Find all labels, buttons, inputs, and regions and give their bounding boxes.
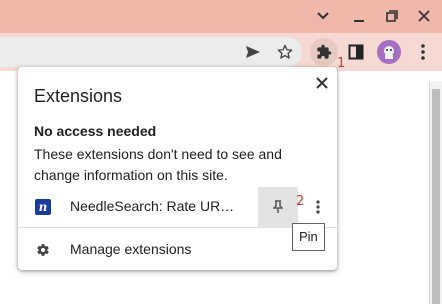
divider: [18, 227, 337, 228]
minimize-icon[interactable]: [348, 6, 370, 26]
manage-extensions-item[interactable]: Manage extensions: [18, 235, 337, 265]
popup-title: Extensions: [34, 86, 123, 106]
section-heading: No access needed: [34, 123, 157, 139]
star-icon[interactable]: [275, 42, 295, 62]
pin-button[interactable]: [258, 187, 298, 227]
avatar[interactable]: [377, 40, 401, 64]
title-bar: [0, 0, 442, 33]
restore-icon[interactable]: [381, 6, 403, 26]
close-window-icon[interactable]: [413, 6, 435, 26]
close-popup-button[interactable]: [311, 72, 333, 94]
gear-icon: [35, 242, 51, 258]
pin-icon: [273, 200, 283, 214]
kebab-icon: [316, 200, 320, 214]
chevron-down-icon[interactable]: [312, 6, 334, 26]
share-arrow-icon[interactable]: [243, 42, 263, 62]
extensions-button[interactable]: [310, 38, 338, 66]
scrollbar[interactable]: [429, 81, 442, 304]
annotation-one: 1: [337, 56, 346, 71]
more-options-button[interactable]: [308, 197, 328, 217]
close-icon: [316, 77, 328, 89]
extensions-popup: Extensions No access needed These extens…: [18, 67, 337, 270]
scroll-thumb[interactable]: [432, 89, 440, 304]
needlesearch-logo-icon: n: [35, 199, 51, 215]
extension-row[interactable]: n NeedleSearch: Rate UR…: [18, 187, 337, 227]
kebab-icon[interactable]: [413, 42, 433, 62]
puzzle-icon: [316, 44, 332, 60]
manage-extensions-label: Manage extensions: [70, 241, 192, 257]
annotation-two: 2: [296, 194, 305, 209]
extension-name[interactable]: NeedleSearch: Rate UR…: [70, 198, 234, 214]
sidepanel-icon[interactable]: [346, 42, 366, 62]
pin-tooltip: Pin: [292, 223, 325, 251]
section-description: These extensions don't need to see and c…: [34, 146, 282, 183]
